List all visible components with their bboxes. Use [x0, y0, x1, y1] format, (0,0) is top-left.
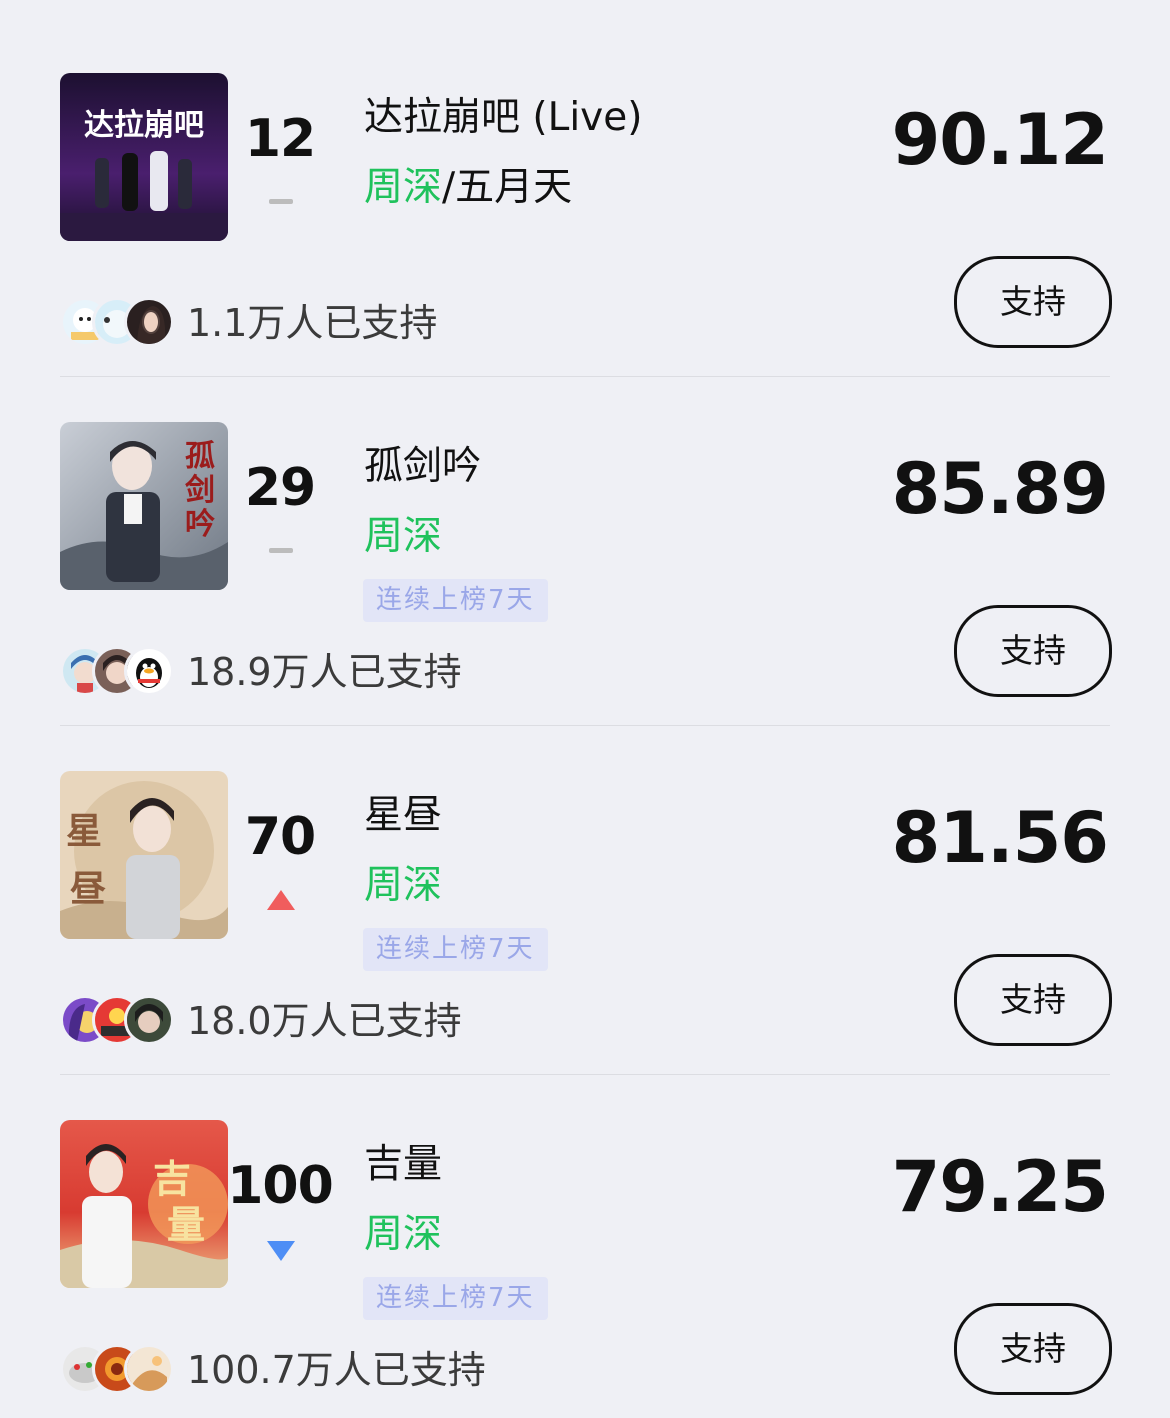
svg-text:吉: 吉 [153, 1156, 191, 1201]
artist-link[interactable]: 周深 [364, 1212, 442, 1257]
svg-text:量: 量 [167, 1202, 205, 1247]
song-title[interactable]: 吉量 [364, 1139, 442, 1191]
album-cover[interactable]: 星 昼 [60, 771, 228, 939]
trend-up-icon [262, 888, 300, 914]
supporter-avatars [60, 646, 176, 696]
supporter-avatars [60, 1344, 176, 1394]
streak-badge: 连续上榜7天 [363, 579, 548, 622]
score-value: 81.56 [891, 797, 1109, 879]
song-title[interactable]: 孤剑吟 [364, 441, 481, 493]
svg-text:星: 星 [66, 810, 102, 852]
song-rank-list: 达拉崩吧 12 达拉崩吧 (Live) 周深/五月天 90.12 1.1万人已支… [0, 0, 1170, 1418]
streak-badge: 连续上榜7天 [363, 1277, 548, 1320]
album-cover[interactable]: 吉 量 [60, 1120, 228, 1288]
song-row[interactable]: 吉 量 100 吉量 周深 连续上榜7天 79.25 100.7万人已支持 支持 [0, 1047, 1170, 1396]
supporter-count: 18.0万人已支持 [187, 999, 462, 1043]
supporter-avatars [60, 995, 176, 1045]
rank-number: 100 [227, 1156, 334, 1216]
avatar [124, 646, 174, 696]
rank-number: 70 [244, 807, 316, 867]
artist-separator: / [442, 165, 456, 210]
avatar [124, 995, 174, 1045]
album-cover[interactable]: 孤 剑 吟 [60, 422, 228, 590]
svg-text:剑: 剑 [185, 473, 215, 508]
artist-line: 周深 [364, 1209, 442, 1261]
artist-line: 周深 [364, 511, 442, 563]
song-row[interactable]: 达拉崩吧 12 达拉崩吧 (Live) 周深/五月天 90.12 1.1万人已支… [0, 0, 1170, 377]
avatar [124, 1344, 174, 1394]
score-value: 79.25 [891, 1146, 1109, 1228]
supporter-count: 18.9万人已支持 [187, 650, 462, 694]
song-row[interactable]: 孤 剑 吟 29 孤剑吟 周深 连续上榜7天 85.89 18.9万人已支持 支… [0, 349, 1170, 726]
avatar [124, 297, 174, 347]
artist-link[interactable]: 周深 [364, 165, 442, 210]
score-value: 90.12 [891, 99, 1109, 181]
artist-name[interactable]: 五月天 [455, 165, 572, 210]
svg-text:吟: 吟 [185, 507, 215, 542]
supporter-count: 100.7万人已支持 [187, 1348, 486, 1392]
song-title[interactable]: 星昼 [364, 790, 442, 842]
svg-text:昼: 昼 [70, 868, 106, 910]
artist-link[interactable]: 周深 [364, 514, 442, 559]
support-button[interactable]: 支持 [954, 954, 1112, 1046]
support-button[interactable]: 支持 [954, 256, 1112, 348]
rank-number: 29 [244, 458, 316, 518]
streak-badge: 连续上榜7天 [363, 928, 548, 971]
artist-line: 周深 [364, 860, 442, 912]
cover-text: 达拉崩吧 [84, 108, 204, 143]
supporter-avatars [60, 297, 176, 347]
artist-link[interactable]: 周深 [364, 863, 442, 908]
song-title[interactable]: 达拉崩吧 (Live) [364, 92, 642, 144]
artist-line: 周深/五月天 [364, 162, 572, 214]
support-button[interactable]: 支持 [954, 605, 1112, 697]
song-row[interactable]: 星 昼 70 星昼 周深 连续上榜7天 81.56 18.0万人已支持 支持 [0, 698, 1170, 1075]
trend-flat-icon [262, 190, 300, 216]
trend-flat-icon [262, 539, 300, 565]
rank-number: 12 [244, 109, 316, 169]
support-button[interactable]: 支持 [954, 1303, 1112, 1395]
supporter-count: 1.1万人已支持 [187, 301, 438, 345]
trend-down-icon [262, 1237, 300, 1263]
cover-text: 孤 [185, 439, 215, 474]
album-cover[interactable]: 达拉崩吧 [60, 73, 228, 241]
score-value: 85.89 [891, 448, 1109, 530]
